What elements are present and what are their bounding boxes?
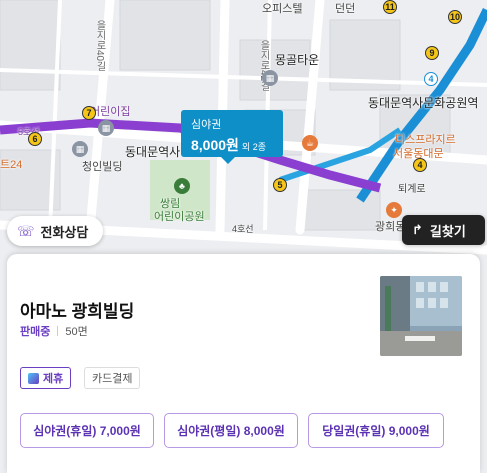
ticket-button[interactable]: 당일권(휴일) 9,000원 [308,413,444,448]
turn-right-arrow-icon: ↱ [412,222,423,237]
route-button[interactable]: ↱ 길찾기 [402,215,485,245]
fitness-icon: ✦ [386,202,402,218]
map-label-children-park: 어린이공원 [154,211,205,223]
price-value: 8,000원 [191,137,239,153]
park-icon: ♣ [174,178,190,194]
partner-label: 제휴 [43,373,64,385]
sale-status: 판매중 [20,326,51,338]
map-label-toegye: 퇴계로 [398,184,426,195]
ticket-button[interactable]: 심야권(평일) 8,000원 [164,413,298,448]
building-icon: ▦ [98,120,114,136]
place-thumbnail[interactable] [380,276,462,356]
route-label: 길찾기 [429,223,466,239]
map-label-cheongsin: 청인빌딩 [82,161,123,173]
place-title: 아마노 광희빌딩 [20,302,135,321]
building-icon: ▦ [262,70,278,86]
phone-chat-icon: ☏ [17,222,35,239]
map-label-hwahee: 광희동 [375,221,406,233]
subway-badge[interactable]: 5 [273,178,287,192]
consult-button[interactable]: ☏ 전화상담 [7,216,103,246]
price-extra: 외 2종 [241,142,266,152]
partner-tag: 제휴 [20,367,72,389]
ticket-type: 심야권 [191,119,222,131]
map-label-child-center: 어린이집 [90,106,131,118]
subway-badge[interactable]: 10 [448,10,462,24]
cafe-icon: ☕ [302,135,318,151]
map-label-conv24: 트24 [0,159,23,171]
ticket-button[interactable]: 심야권(휴일) 7,000원 [20,413,154,448]
consult-label: 전화상담 [40,224,89,240]
card-payment-tag: 카드결제 [84,367,141,389]
divider [57,326,59,336]
subway-badge[interactable]: 9 [425,46,439,60]
subway-badge[interactable]: 4 [424,72,438,86]
ticket-price: 8,000원 외 2종 [191,135,273,155]
map-label-euljiro40: 을지로40길 [94,20,105,72]
map-label-road4: 4호선 [232,224,254,234]
place-panel: 아마노 광희빌딩 판매중 50면 제휴 카드결제 심야권(휴일) 7,000원 … [7,254,480,473]
map-label-office: 오피스텔 [262,3,303,15]
subway-badge[interactable]: 7 [82,106,96,120]
map-label-mongol-town: 몽골타운 [275,53,320,67]
map-label-ddp-park: 동대문역사문화공원역 [368,96,479,110]
subway-badge[interactable]: 6 [28,132,42,146]
parking-capacity: 50면 [65,326,88,338]
map-label-ddm-station: 동대문역사 [125,145,181,159]
building-icon: ▦ [72,141,88,157]
place-meta: 판매중 50면 [20,323,88,339]
price-tooltip[interactable]: 심야권 8,000원 외 2종 [181,110,283,164]
subway-badge[interactable]: 4 [413,158,427,172]
partner-logo-icon [28,372,39,384]
map-label-dunden: 던던 [335,3,356,15]
subway-badge[interactable]: 11 [383,0,397,14]
